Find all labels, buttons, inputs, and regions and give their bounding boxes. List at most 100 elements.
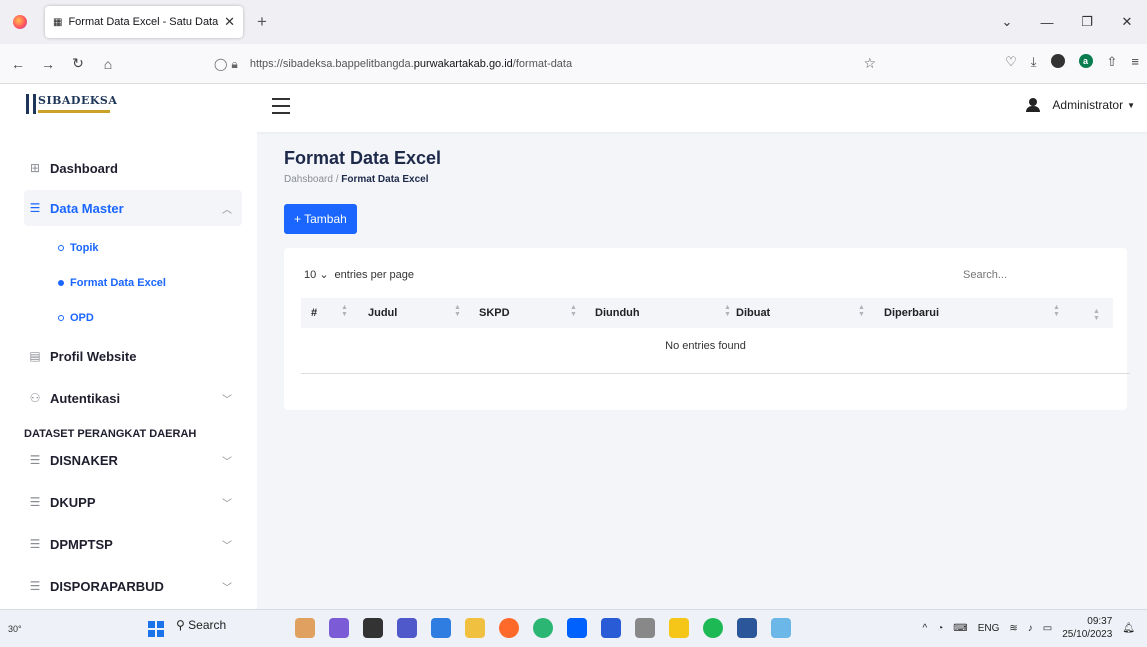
database-icon: ☰ bbox=[29, 537, 41, 551]
sort-icon[interactable]: ▲ ▼ bbox=[1053, 304, 1060, 318]
sidebar-subitem-label: OPD bbox=[70, 312, 94, 324]
column-header-diperbarui[interactable]: Diperbarui bbox=[884, 307, 939, 319]
table-header: # ▲ ▼ Judul ▲ ▼ SKPD ▲ ▼ Diunduh ▲ ▼ Dibuat … bbox=[301, 298, 1113, 328]
sidebar-item-label: DISNAKER bbox=[50, 452, 118, 468]
tab-list-chevron-icon[interactable]: ⌄ bbox=[987, 14, 1027, 30]
sidebar-item-dkupp[interactable]: ☰ DKUPP ﹀ bbox=[24, 484, 242, 520]
sidebar-item-data-master[interactable]: ☰ Data Master ︿ bbox=[24, 190, 242, 226]
chevron-down-icon: ﹀ bbox=[222, 498, 232, 510]
bookmark-star-icon[interactable]: ☆ bbox=[863, 55, 876, 72]
close-window-icon[interactable]: ✕ bbox=[1107, 14, 1147, 30]
app-icon[interactable] bbox=[669, 618, 689, 638]
sidebar: ⊞ Dashboard ☰ Data Master ︿ Topik Format… bbox=[0, 132, 257, 609]
amazon-icon[interactable] bbox=[635, 618, 655, 638]
weather-widget[interactable]: 30° bbox=[8, 624, 36, 634]
breadcrumb-root[interactable]: Dahsboard bbox=[284, 174, 333, 185]
browser-tab[interactable]: ▦ Format Data Excel - Satu Data P ✕ bbox=[45, 6, 243, 38]
restore-icon[interactable]: ❐ bbox=[1067, 14, 1107, 30]
brand-logo[interactable]: SIBADEKSA bbox=[26, 94, 117, 118]
sidebar-item-dpmptsp[interactable]: ☰ DPMPTSP ﹀ bbox=[24, 526, 242, 562]
divider bbox=[301, 373, 1130, 374]
sidebar-item-autentikasi[interactable]: ⚇ Autentikasi ﹀ bbox=[24, 380, 242, 416]
sidebar-subitem-topik[interactable]: Topik bbox=[58, 242, 99, 254]
clock-time: 09:37 bbox=[1087, 616, 1113, 627]
taskbar-apps bbox=[295, 618, 791, 638]
extension-a-icon[interactable]: a bbox=[1078, 54, 1093, 68]
filled-circle-icon bbox=[58, 280, 64, 286]
circle-icon bbox=[58, 315, 64, 321]
extension-icons: ♡ ⤓ a ⇧ ≡ bbox=[1005, 54, 1139, 70]
share-icon[interactable]: ⇧ bbox=[1107, 54, 1118, 70]
minimize-icon[interactable]: — bbox=[1027, 15, 1067, 30]
chevron-down-icon: ﹀ bbox=[222, 394, 232, 406]
url-prefix: https://sibadeksa.bappelitbangda. bbox=[249, 58, 414, 70]
sidebar-subitem-format-data-excel[interactable]: Format Data Excel bbox=[58, 277, 166, 289]
search-input[interactable] bbox=[957, 262, 1107, 288]
sidebar-subitem-opd[interactable]: OPD bbox=[58, 312, 94, 324]
sidebar-item-profil-website[interactable]: ▤ Profil Website bbox=[24, 338, 242, 374]
wifi-icon[interactable]: ≋ bbox=[1009, 623, 1017, 634]
todo-icon[interactable] bbox=[431, 618, 451, 638]
start-button-icon[interactable] bbox=[148, 621, 164, 637]
spotify-icon[interactable] bbox=[703, 618, 723, 638]
close-tab-icon[interactable]: ✕ bbox=[224, 14, 235, 30]
sort-icon[interactable]: ▲ ▼ bbox=[724, 304, 731, 318]
forward-icon[interactable]: → bbox=[36, 56, 60, 72]
menu-icon[interactable]: ≡ bbox=[1131, 54, 1139, 70]
sort-icon[interactable]: ▲ ▼ bbox=[454, 304, 461, 318]
word-icon[interactable] bbox=[737, 618, 757, 638]
tray-app-icon[interactable]: ◔ bbox=[937, 623, 943, 634]
notification-bell-icon[interactable]: 🔔︎ bbox=[1122, 623, 1135, 634]
user-menu[interactable]: Administrator ▼ bbox=[1026, 98, 1135, 112]
sort-icon[interactable]: ▲ ▼ bbox=[570, 304, 577, 318]
battery-icon[interactable]: ▭ bbox=[1043, 623, 1052, 634]
dropbox-icon[interactable] bbox=[567, 618, 587, 638]
file-explorer-icon[interactable] bbox=[465, 618, 485, 638]
chevron-down-icon: ⌄ bbox=[319, 269, 329, 281]
breadcrumb: Dahsboard / Format Data Excel bbox=[284, 174, 429, 185]
brand-underline bbox=[38, 110, 110, 113]
sidebar-item-disnaker[interactable]: ☰ DISNAKER ﹀ bbox=[24, 442, 242, 478]
url-bar[interactable]: ◯🔒︎ https://sibadeksa.bappelitbangda. pur… bbox=[214, 50, 884, 78]
keyboard-icon[interactable]: ⌨ bbox=[953, 623, 967, 634]
back-icon[interactable]: ← bbox=[6, 56, 30, 72]
taskbar-search[interactable]: ⚲ Search bbox=[176, 618, 226, 632]
app-icon[interactable] bbox=[363, 618, 383, 638]
hamburger-menu-icon[interactable] bbox=[272, 98, 290, 114]
clock[interactable]: 09:37 25/10/2023 bbox=[1062, 615, 1112, 641]
app-icon[interactable] bbox=[329, 618, 349, 638]
edge-icon[interactable] bbox=[533, 618, 553, 638]
extension-dot-icon[interactable] bbox=[1050, 54, 1065, 68]
chevron-up-icon[interactable]: ^ bbox=[923, 623, 928, 634]
volume-icon[interactable]: ♪ bbox=[1028, 623, 1033, 634]
sort-icon[interactable]: ▲ ▼ bbox=[858, 304, 865, 318]
per-page-select[interactable]: 10 ⌄ bbox=[304, 268, 329, 281]
sort-icon[interactable]: ▲ ▼ bbox=[341, 304, 348, 318]
sort-icon[interactable]: ▲ ▼ bbox=[1093, 308, 1100, 322]
sidebar-item-label: Autentikasi bbox=[50, 390, 121, 406]
sidebar-item-disporaparbud[interactable]: ☰ DISPORAPARBUD ﹀ bbox=[24, 568, 242, 604]
sidebar-item-label: Dashboard bbox=[50, 160, 118, 176]
column-header-number[interactable]: # bbox=[311, 307, 317, 319]
column-header-dibuat[interactable]: Dibuat bbox=[736, 307, 770, 319]
download-icon[interactable]: ⤓ bbox=[1031, 54, 1037, 70]
firefox-taskbar-icon[interactable] bbox=[499, 618, 519, 638]
pocket-icon[interactable]: ♡ bbox=[1005, 54, 1017, 70]
sidebar-item-dashboard[interactable]: ⊞ Dashboard bbox=[24, 150, 242, 186]
app-icon[interactable] bbox=[771, 618, 791, 638]
store-icon[interactable] bbox=[601, 618, 621, 638]
teams-icon[interactable] bbox=[397, 618, 417, 638]
new-tab-icon[interactable]: + bbox=[257, 12, 267, 32]
add-button[interactable]: + Tambah bbox=[284, 204, 357, 234]
tab-title: Format Data Excel - Satu Data P bbox=[68, 16, 221, 28]
reload-icon[interactable]: ↻ bbox=[66, 55, 90, 72]
search-icon: ⚲ bbox=[176, 618, 185, 632]
database-icon: ☰ bbox=[29, 201, 41, 215]
app-icon[interactable] bbox=[295, 618, 315, 638]
language-indicator[interactable]: ENG bbox=[978, 623, 1000, 634]
column-header-skpd[interactable]: SKPD bbox=[479, 307, 510, 319]
firefox-icon[interactable] bbox=[13, 15, 27, 29]
column-header-diunduh[interactable]: Diunduh bbox=[595, 307, 640, 319]
column-header-judul[interactable]: Judul bbox=[368, 307, 397, 319]
home-icon[interactable]: ⌂ bbox=[96, 56, 120, 72]
